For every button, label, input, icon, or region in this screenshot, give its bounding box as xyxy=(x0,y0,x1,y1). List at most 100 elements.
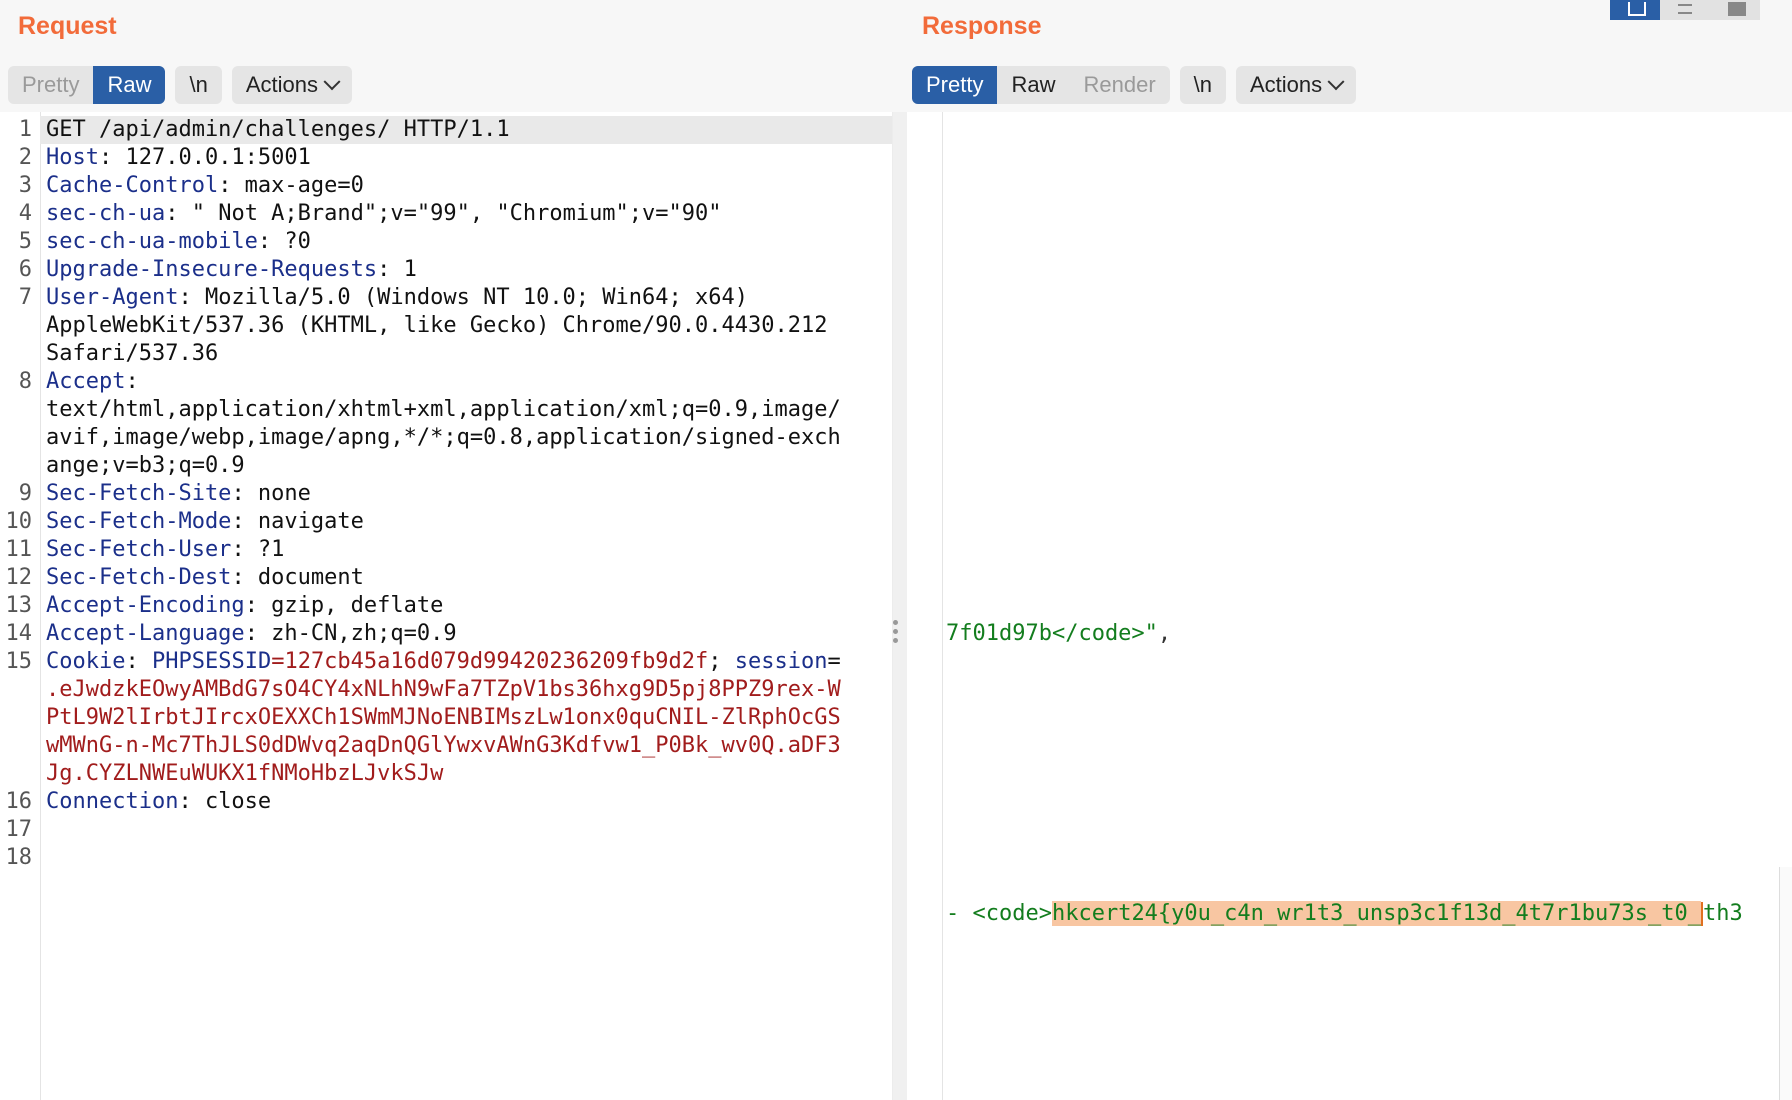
header-value: : none xyxy=(231,481,311,506)
cookie-name: PHPSESSID xyxy=(151,649,272,674)
line-number: 9 xyxy=(18,481,32,506)
single-pane-icon[interactable] xyxy=(1710,0,1760,20)
actions-dropdown[interactable]: Actions xyxy=(232,66,352,104)
json-string: 7f01d97b</code>" xyxy=(946,621,1158,646)
line-number xyxy=(0,396,32,424)
code-line: Host: 127.0.0.1:5001 xyxy=(46,144,892,172)
response-pane: Response Pretty Raw Render \n Actions 7f… xyxy=(892,0,1792,1100)
actions-dropdown[interactable]: Actions xyxy=(1236,66,1356,104)
code-text: avif,image/webp,image/apng,*/*;q=0.8,app… xyxy=(46,425,841,450)
code-line: Accept-Language: zh-CN,zh;q=0.9 xyxy=(46,620,892,648)
split-vertical-icon[interactable] xyxy=(1610,0,1660,20)
split-horizontal-icon[interactable] xyxy=(1660,0,1710,20)
response-title: Response xyxy=(922,12,1042,40)
line-number: 14 xyxy=(5,621,33,646)
line-number xyxy=(0,424,32,452)
code-line: wMWnG-n-Mc7ThJLS0dDWvq2aqDnQGlYwxvAWnG3K… xyxy=(46,732,892,760)
scrollbar[interactable] xyxy=(1779,867,1792,1100)
actions-label: Actions xyxy=(1250,72,1323,97)
header-value: : close xyxy=(178,789,272,814)
header-name: Connection xyxy=(46,789,179,814)
code-text: GET /api/admin/challenges/ HTTP/1.1 xyxy=(46,117,510,142)
line-number xyxy=(0,340,32,368)
newline-toggle-button[interactable]: \n xyxy=(1180,66,1226,104)
code-line: Jg.CYZLNWEuWUKX1fNMoHbzLJvkSJw xyxy=(46,760,892,788)
tab-raw[interactable]: Raw xyxy=(93,66,166,104)
json-punct: , xyxy=(1157,621,1172,646)
code-text: AppleWebKit/537.36 (KHTML, like Gecko) C… xyxy=(46,313,828,338)
tab-render[interactable]: Render xyxy=(1069,66,1169,104)
response-actions-group: Actions xyxy=(1236,66,1357,104)
cookie-value: Jg.CYZLNWEuWUKX1fNMoHbzLJvkSJw xyxy=(46,761,444,786)
header-value: : 1 xyxy=(377,257,417,282)
newline-toggle-button[interactable]: \n xyxy=(175,66,221,104)
cookie-name: session xyxy=(734,649,828,674)
header-name: Sec-Fetch-Site xyxy=(46,481,232,506)
header-name: Sec-Fetch-Dest xyxy=(46,565,232,590)
code-line: Safari/537.36 xyxy=(46,340,892,368)
request-toolbar: Pretty Raw \n Actions xyxy=(8,66,352,104)
response-editor[interactable]: 7f01d97b</code>", - <code>hkcert24{y0u_c… xyxy=(892,112,1792,1100)
response-newline-group: \n xyxy=(1179,66,1226,104)
request-editor[interactable]: 1 2 3 4 5 6 7 8 9 10 11 12 13 14 15 16 17 18 GET /api/adm… xyxy=(0,112,892,1100)
header-value: : navigate xyxy=(231,509,364,534)
cookie-value: .eJwdzkEOwyAMBdG7sO4CY4xNLhN9wFa7TZpV1bs… xyxy=(46,677,841,702)
code-line: .eJwdzkEOwyAMBdG7sO4CY4xNLhN9wFa7TZpV1bs… xyxy=(46,676,892,704)
request-code[interactable]: GET /api/admin/challenges/ HTTP/1.1 Host:… xyxy=(40,116,892,816)
line-number: 4 xyxy=(18,201,32,226)
layout-switch xyxy=(1610,0,1760,20)
code-line: avif,image/webp,image/apng,*/*;q=0.8,app… xyxy=(46,424,892,452)
code-line: Connection: close xyxy=(46,788,892,816)
code-text: ange;v=b3;q=0.9 xyxy=(46,453,245,478)
code-line: Cache-Control: max-age=0 xyxy=(46,172,892,200)
response-view-tabs: Pretty Raw Render xyxy=(912,66,1170,104)
request-newline-group: \n xyxy=(175,66,222,104)
header-value: : max-age=0 xyxy=(218,173,364,198)
cookie-value: PtL9W2lIrbtJIrcxOEXXCh1SWmMJNoENBIMszLw1… xyxy=(46,705,841,730)
header-name: Cookie xyxy=(46,649,126,674)
request-title: Request xyxy=(18,12,117,40)
tab-raw[interactable]: Raw xyxy=(997,66,1069,104)
line-number xyxy=(0,760,32,788)
line-number: 6 xyxy=(18,257,32,282)
code-line: Sec-Fetch-User: ?1 xyxy=(46,536,892,564)
tab-pretty[interactable]: Pretty xyxy=(912,66,998,104)
chevron-down-icon xyxy=(1327,73,1345,91)
header-name: Host xyxy=(46,145,99,170)
header-name: Sec-Fetch-Mode xyxy=(46,509,232,534)
response-header: Response Pretty Raw Render \n Actions xyxy=(892,0,1792,112)
response-toolbar: Pretty Raw Render \n Actions xyxy=(912,66,1357,104)
code-text: Safari/537.36 xyxy=(46,341,219,366)
code-line: Sec-Fetch-Dest: document xyxy=(46,564,892,592)
header-name: Cache-Control xyxy=(46,173,219,198)
line-number xyxy=(0,312,32,340)
header-value: : xyxy=(125,369,139,394)
line-number: 17 xyxy=(5,817,33,842)
response-line: - <code>hkcert24{y0u_c4n_wr1t3_unsp3c1f1… xyxy=(946,900,1792,928)
line-number xyxy=(0,732,32,760)
code-line: User-Agent: Mozilla/5.0 (Windows NT 10.0… xyxy=(46,284,892,312)
code-line: Cookie: PHPSESSID=127cb45a16d079d9942023… xyxy=(46,648,892,676)
line-number: 2 xyxy=(18,145,32,170)
header-name: sec-ch-ua-mobile xyxy=(46,229,258,254)
header-value: : gzip, deflate xyxy=(244,593,444,618)
header-name: Accept-Encoding xyxy=(46,593,245,618)
code-line: Upgrade-Insecure-Requests: 1 xyxy=(46,256,892,284)
line-gutter xyxy=(892,112,943,1100)
cookie-value: =127cb45a16d079d99420236209fb9d2f xyxy=(271,649,709,674)
cookie-eq: = xyxy=(827,649,841,674)
chevron-down-icon xyxy=(323,73,341,91)
header-name: Accept xyxy=(46,369,126,394)
json-string: - <code> xyxy=(946,901,1052,926)
request-pane: Request Pretty Raw \n Actions 1234567891… xyxy=(0,0,892,1100)
header-value: : 127.0.0.1:5001 xyxy=(98,145,311,170)
code-line: sec-ch-ua-mobile: ?0 xyxy=(46,228,892,256)
header-name: Sec-Fetch-User xyxy=(46,537,232,562)
code-line: GET /api/admin/challenges/ HTTP/1.1 xyxy=(40,116,892,144)
line-number: 8 xyxy=(18,369,32,394)
line-number xyxy=(0,704,32,732)
flag-highlight: hkcert24{y0u_c4n_wr1t3_unsp3c1f13d_4t7r1… xyxy=(1051,901,1701,926)
line-number: 1 xyxy=(18,117,32,142)
tab-pretty[interactable]: Pretty xyxy=(8,66,93,104)
code-line: Sec-Fetch-Site: none xyxy=(46,480,892,508)
